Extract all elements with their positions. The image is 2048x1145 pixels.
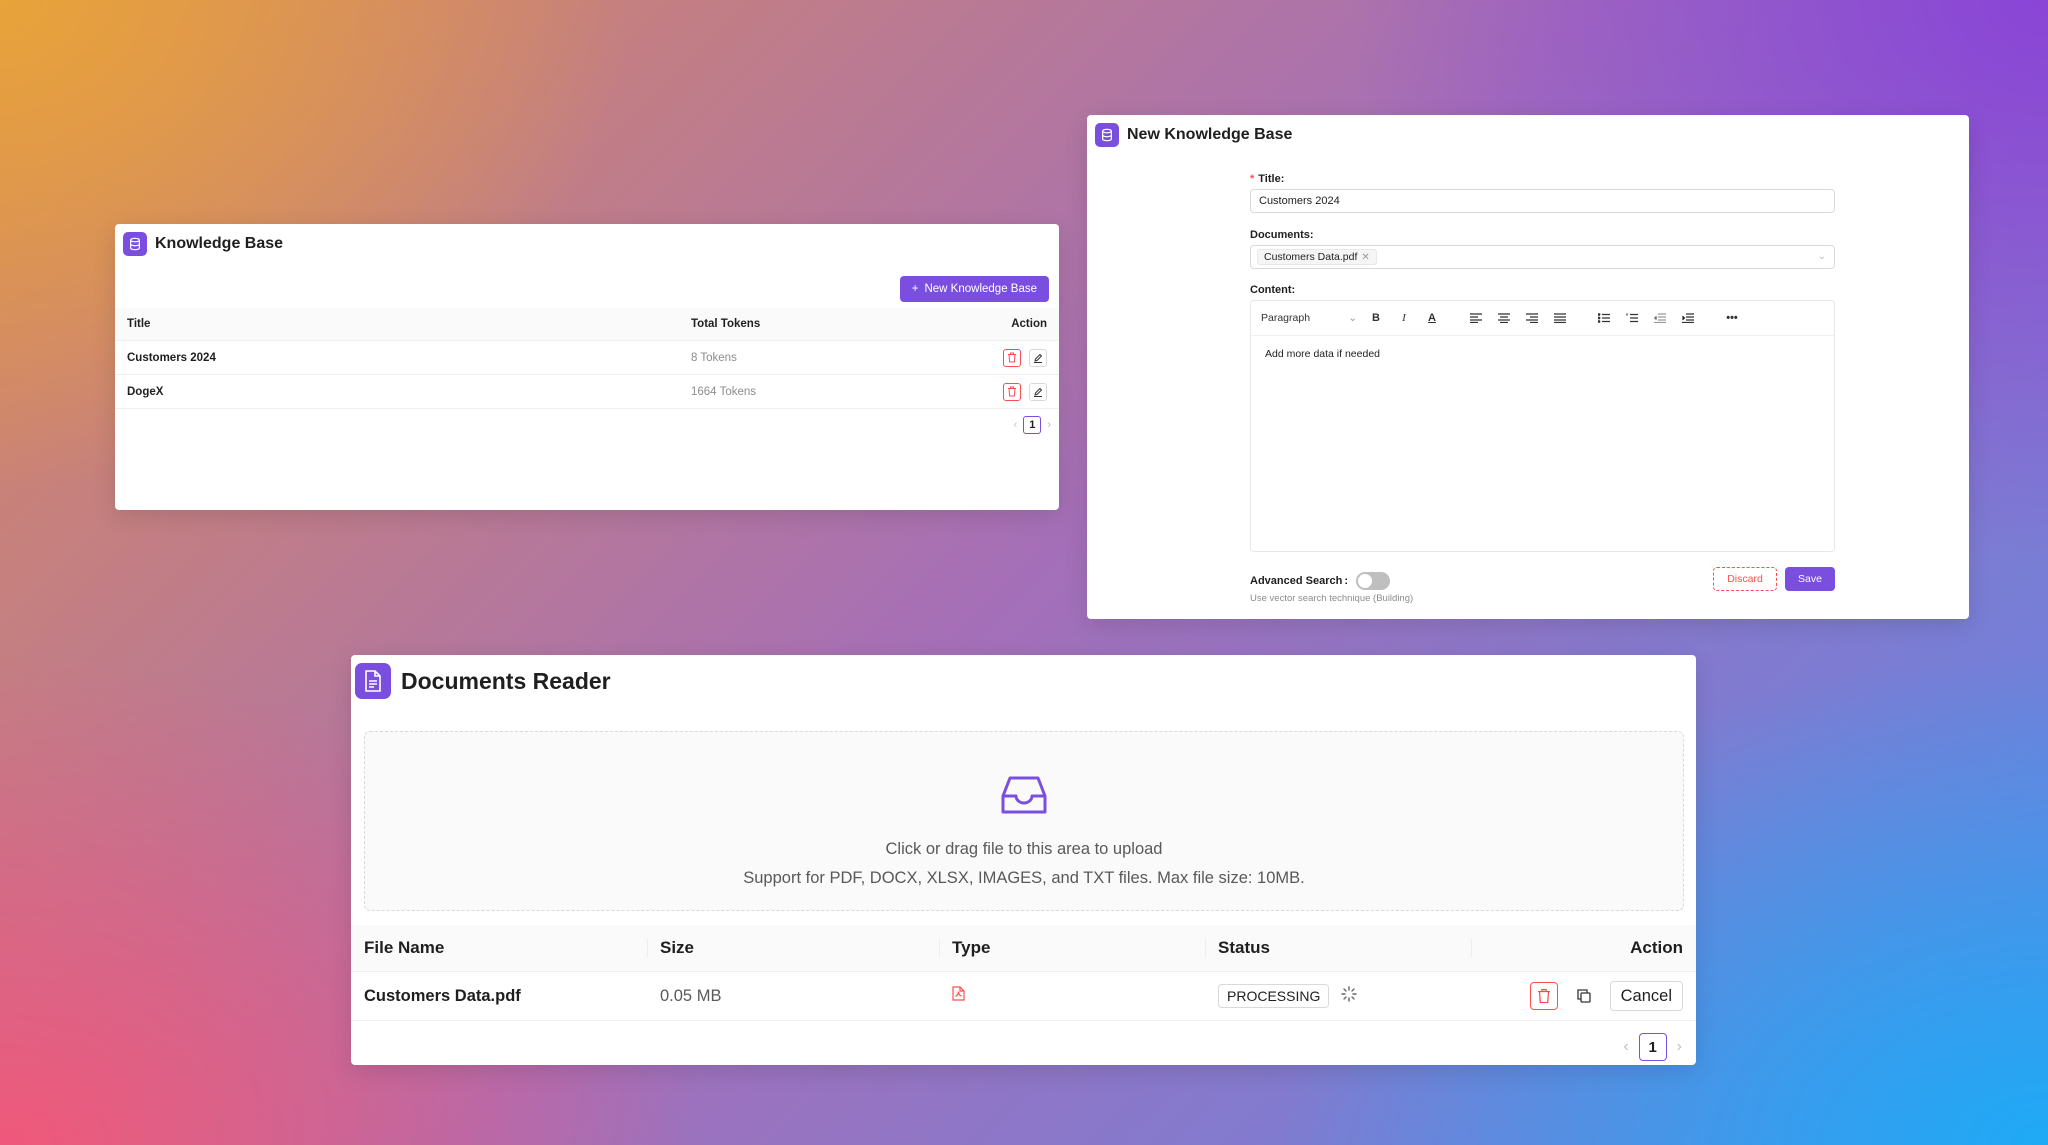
kb-table: Title Total Tokens Action Customers 2024… xyxy=(115,308,1059,409)
dr-title: Documents Reader xyxy=(401,667,611,694)
next-page-icon[interactable]: › xyxy=(1047,419,1051,431)
editor-toolbar: Paragraph ⌄ B I A ••• xyxy=(1251,301,1834,336)
copy-icon[interactable] xyxy=(1572,984,1596,1008)
content-label: Content: xyxy=(1250,284,1296,296)
file-size: 0.05 MB xyxy=(647,971,939,1021)
editor-content[interactable]: Add more data if needed xyxy=(1251,336,1834,372)
more-icon[interactable]: ••• xyxy=(1723,309,1741,327)
database-icon xyxy=(123,232,147,256)
col-file-name: File Name xyxy=(351,925,647,972)
paragraph-select-value: Paragraph xyxy=(1261,312,1311,324)
kb-row-title[interactable]: DogeX xyxy=(115,374,679,409)
upload-support-text: Support for PDF, DOCX, XLSX, IMAGES, and… xyxy=(743,869,1305,887)
remove-tag-icon[interactable]: ✕ xyxy=(1361,252,1369,263)
plus-icon: + xyxy=(911,283,919,295)
table-row: Customers Data.pdf 0.05 MB PROCESSING Ca… xyxy=(351,971,1696,1021)
nkb-title: New Knowledge Base xyxy=(1127,126,1293,143)
outdent-icon[interactable] xyxy=(1651,309,1669,327)
indent-icon[interactable] xyxy=(1679,309,1697,327)
nkb-header: New Knowledge Base xyxy=(1095,123,1292,147)
advanced-search-field: Advanced Search: xyxy=(1250,572,1390,590)
document-tag-label: Customers Data.pdf xyxy=(1264,251,1358,263)
kb-row-tokens: 8 Tokens xyxy=(679,340,899,375)
align-left-icon[interactable] xyxy=(1467,309,1485,327)
edit-icon[interactable] xyxy=(1029,348,1047,367)
delete-icon[interactable] xyxy=(1529,982,1558,1010)
document-icon xyxy=(355,663,391,699)
documents-select[interactable]: Customers Data.pdf ✕ ⌄ xyxy=(1250,245,1835,269)
required-mark: * xyxy=(1250,173,1255,185)
new-knowledge-base-label: New Knowledge Base xyxy=(924,283,1037,295)
documents-reader-panel: Documents Reader Click or drag file to t… xyxy=(351,655,1696,1065)
advanced-search-help: Use vector search technique (Building) xyxy=(1250,593,1414,604)
title-label: * Title: xyxy=(1250,173,1285,185)
kb-header: Knowledge Base xyxy=(123,232,283,256)
col-status: Status xyxy=(1205,925,1471,972)
align-center-icon[interactable] xyxy=(1495,309,1513,327)
title-input[interactable]: Customers 2024 xyxy=(1250,189,1835,213)
discard-button[interactable]: Discard xyxy=(1713,567,1777,591)
numbered-list-icon[interactable] xyxy=(1623,309,1641,327)
database-icon xyxy=(1095,123,1119,147)
page-number[interactable]: 1 xyxy=(1638,1033,1667,1061)
kb-row-tokens: 1664 Tokens xyxy=(679,374,899,409)
upload-dropzone[interactable]: Click or drag file to this area to uploa… xyxy=(364,731,1684,911)
kb-col-action: Action xyxy=(898,308,1059,341)
kb-pagination: ‹ 1 › xyxy=(1014,416,1051,434)
rich-text-editor[interactable]: Paragraph ⌄ B I A ••• Add more data if n… xyxy=(1250,300,1835,552)
advanced-search-label: Advanced Search xyxy=(1250,575,1343,587)
prev-page-icon[interactable]: ‹ xyxy=(1014,419,1018,431)
chevron-down-icon: ⌄ xyxy=(1817,251,1826,262)
save-button[interactable]: Save xyxy=(1785,567,1835,591)
new-knowledge-base-panel: New Knowledge Base * Title: Customers 202… xyxy=(1087,115,1969,619)
file-name: Customers Data.pdf xyxy=(351,971,647,1021)
page-number[interactable]: 1 xyxy=(1023,416,1042,434)
title-input-value: Customers 2024 xyxy=(1259,195,1340,207)
font-color-icon[interactable]: A xyxy=(1423,309,1441,327)
bullet-list-icon[interactable] xyxy=(1595,309,1613,327)
cancel-button[interactable]: Cancel xyxy=(1609,981,1683,1011)
pdf-file-icon xyxy=(952,986,965,1005)
table-row[interactable]: Customers 2024 8 Tokens xyxy=(115,340,1059,375)
paragraph-select[interactable]: Paragraph ⌄ xyxy=(1261,308,1357,328)
edit-icon[interactable] xyxy=(1029,382,1047,401)
new-knowledge-base-button[interactable]: + New Knowledge Base xyxy=(899,276,1049,302)
kb-col-title: Title xyxy=(115,308,679,341)
loading-spinner-icon xyxy=(1341,985,1358,1007)
document-tag: Customers Data.pdf ✕ xyxy=(1257,249,1377,265)
prev-page-icon[interactable]: ‹ xyxy=(1623,1038,1628,1056)
documents-table: File Name Size Type Status Action Custom… xyxy=(351,925,1696,1021)
bold-icon[interactable]: B xyxy=(1367,309,1385,327)
col-action: Action xyxy=(1471,925,1696,972)
inbox-icon xyxy=(1001,772,1047,818)
upload-hint: Click or drag file to this area to uploa… xyxy=(885,840,1163,858)
kb-title: Knowledge Base xyxy=(155,235,284,252)
status-badge: PROCESSING xyxy=(1218,984,1330,1008)
col-type: Type xyxy=(939,925,1205,972)
col-size: Size xyxy=(647,925,939,972)
documents-label: Documents: xyxy=(1250,229,1314,241)
kb-row-title[interactable]: Customers 2024 xyxy=(115,340,679,375)
align-right-icon[interactable] xyxy=(1523,309,1541,327)
italic-icon[interactable]: I xyxy=(1395,309,1413,327)
next-page-icon[interactable]: › xyxy=(1677,1038,1682,1056)
delete-icon[interactable] xyxy=(1003,348,1021,367)
table-row[interactable]: DogeX 1664 Tokens xyxy=(115,374,1059,409)
chevron-down-icon: ⌄ xyxy=(1348,312,1357,324)
kb-col-tokens: Total Tokens xyxy=(679,308,899,341)
knowledge-base-panel: Knowledge Base + New Knowledge Base Titl… xyxy=(115,224,1059,510)
dr-pagination: ‹ 1 › xyxy=(1623,1033,1682,1061)
delete-icon[interactable] xyxy=(1003,382,1021,401)
dr-header: Documents Reader xyxy=(355,663,611,699)
align-justify-icon[interactable] xyxy=(1551,309,1569,327)
advanced-search-toggle[interactable] xyxy=(1356,572,1390,590)
